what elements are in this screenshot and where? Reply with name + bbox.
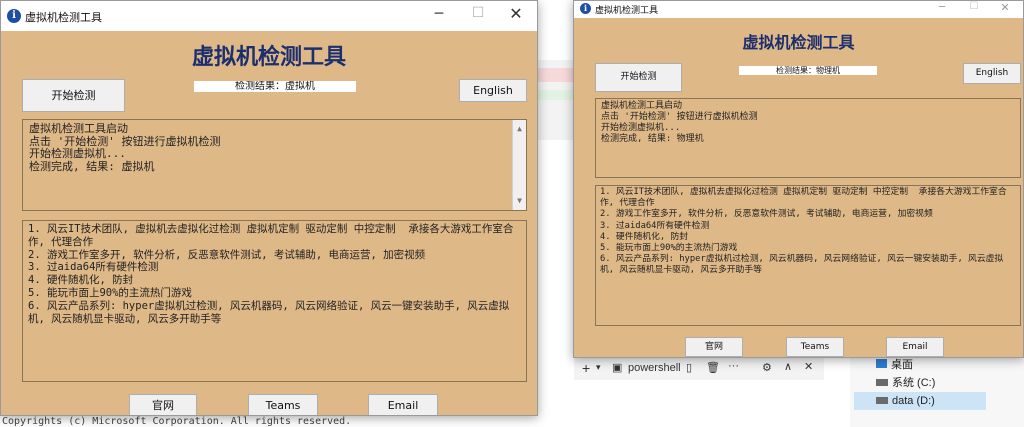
- email-button[interactable]: Email: [368, 394, 438, 415]
- maximize-icon[interactable]: ☐: [463, 5, 493, 21]
- close-panel-icon[interactable]: ✕: [804, 360, 813, 373]
- terminal-icon: ▣: [612, 362, 623, 374]
- start-detection-button[interactable]: 开始检测: [22, 79, 125, 112]
- settings-icon[interactable]: ⚙: [762, 361, 772, 374]
- info-line: 1. 风云IT技术团队, 虚拟机去虚拟化过检测 虚拟机定制 驱动定制 中控定制 …: [28, 223, 514, 248]
- english-button[interactable]: English: [963, 63, 1021, 84]
- teams-button[interactable]: Teams: [248, 394, 318, 415]
- info-line: 5. 能玩市面上90%的主流热门游戏: [600, 243, 738, 254]
- email-button[interactable]: Email: [886, 337, 944, 357]
- info-text: 1. 风云IT技术团队, 虚拟机去虚拟化过检测 虚拟机定制 驱动定制 中控定制 …: [22, 220, 527, 382]
- terminal-toolbar: + ▾ ▣ powershell ▯ 🗑 ··· ⚙ ∧ ✕: [574, 358, 824, 380]
- info-line: 3. 过aida64所有硬件检测: [28, 261, 159, 274]
- log-line: 开始检测虚拟机...: [601, 123, 681, 133]
- page-title: 虚拟机检测工具: [191, 45, 346, 70]
- teams-button[interactable]: Teams: [786, 337, 844, 357]
- close-icon[interactable]: ✕: [992, 1, 1018, 14]
- info-line: 4. 硬件随机化, 防封: [600, 231, 689, 242]
- info-line: 3. 过aida64所有硬件检测: [600, 220, 710, 231]
- detector-window-right: i 虚拟机检测工具 ─ ☐ ✕ 虚拟机检测工具 开始检测 检测结果：物理机 En…: [573, 0, 1024, 358]
- start-detection-button[interactable]: 开始检测: [595, 63, 682, 92]
- log-line: 开始检测虚拟机...: [29, 147, 126, 160]
- add-tab-icon[interactable]: +: [582, 360, 590, 376]
- terminal-footer: Copyrights (c) Microsoft Corporation. Al…: [0, 416, 540, 427]
- minimize-icon[interactable]: ─: [929, 2, 955, 13]
- info-line: 1. 风云IT技术团队, 虚拟机去虚拟化过检测 虚拟机定制 驱动定制 中控定制 …: [600, 187, 1007, 209]
- scroll-up-icon[interactable]: ▲: [513, 123, 526, 136]
- scroll-down-icon[interactable]: ▼: [513, 195, 526, 208]
- explorer-item-c-drive[interactable]: 系统 (C:): [876, 374, 935, 392]
- info-line: 6. 风云产品系列: hyper虚拟机过检测, 风云机器码, 风云网络验证, 风…: [28, 299, 510, 325]
- log-line: 检测完成, 结果: 虚拟机: [29, 159, 155, 173]
- website-button[interactable]: 官网: [685, 337, 743, 357]
- drive-icon: [876, 397, 888, 404]
- log-scrollbar[interactable]: ▲ ▼: [512, 120, 526, 210]
- terminal-footer-text: Copyrights (c) Microsoft Corporation. Al…: [2, 416, 352, 427]
- background-desktop: [536, 60, 576, 140]
- window-title: 虚拟机检测工具: [25, 11, 102, 24]
- log-line: 检测完成, 结果: 物理机: [601, 134, 704, 144]
- english-button[interactable]: English: [459, 79, 527, 102]
- delete-icon[interactable]: 🗑: [706, 361, 720, 374]
- log-line: 虚拟机检测工具启动: [601, 101, 683, 111]
- title-bar[interactable]: i 虚拟机检测工具 ─ ☐ ✕: [1, 1, 537, 31]
- detection-result: 检测结果：物理机: [739, 66, 877, 75]
- close-icon[interactable]: ✕: [501, 4, 531, 23]
- info-line: 2. 游戏工作室多开, 软件分析, 反恶意软件测试, 考试辅助, 电商运营, 加…: [600, 209, 933, 220]
- chevron-up-icon[interactable]: ∧: [784, 360, 792, 373]
- more-icon[interactable]: ···: [728, 360, 739, 372]
- log-line: 点击 '开始检测' 按钮进行虚拟机检测: [601, 112, 758, 122]
- info-line: 6. 风云产品系列: hyper虚拟机过检测, 风云机器码, 风云网络验证, 风…: [600, 254, 1004, 276]
- app-icon: i: [580, 3, 591, 14]
- chevron-down-icon[interactable]: ▾: [596, 362, 601, 373]
- info-line: 4. 硬件随机化, 防封: [28, 274, 134, 287]
- window-title: 虚拟机检测工具: [595, 6, 659, 16]
- info-line: 5. 能玩市面上90%的主流热门游戏: [28, 286, 192, 299]
- minimize-icon[interactable]: ─: [424, 6, 454, 22]
- app-icon: i: [7, 9, 21, 23]
- desktop-icon: [876, 359, 887, 368]
- split-icon[interactable]: ▯: [686, 361, 692, 374]
- info-line: 2. 游戏工作室多开, 软件分析, 反恶意软件测试, 考试辅助, 电商运营, 加…: [28, 248, 426, 261]
- title-bar[interactable]: i 虚拟机检测工具 ─ ☐ ✕: [574, 1, 1023, 18]
- page-title: 虚拟机检测工具: [742, 33, 855, 52]
- detector-window-left: i 虚拟机检测工具 ─ ☐ ✕ 虚拟机检测工具 开始检测 检测结果：虚拟机 En…: [0, 0, 538, 416]
- maximize-icon[interactable]: ☐: [961, 1, 987, 12]
- drive-icon: [876, 379, 888, 386]
- terminal-tab-label[interactable]: powershell: [628, 362, 681, 374]
- website-button[interactable]: 官网: [129, 394, 197, 415]
- info-text: 1. 风云IT技术团队, 虚拟机去虚拟化过检测 虚拟机定制 驱动定制 中控定制 …: [595, 185, 1021, 326]
- explorer-item-desktop[interactable]: 桌面: [876, 356, 913, 374]
- status-log: 虚拟机检测工具启动 点击 '开始检测' 按钮进行虚拟机检测 开始检测虚拟机...…: [22, 119, 527, 211]
- log-line: 虚拟机检测工具启动: [29, 122, 128, 135]
- explorer-nav-pane: 桌面 系统 (C:) data (D:): [850, 358, 1024, 427]
- detection-result: 检测结果：虚拟机: [194, 81, 356, 92]
- status-log: 虚拟机检测工具启动 点击 '开始检测' 按钮进行虚拟机检测 开始检测虚拟机...…: [595, 98, 1021, 178]
- explorer-item-d-drive[interactable]: data (D:): [854, 392, 986, 410]
